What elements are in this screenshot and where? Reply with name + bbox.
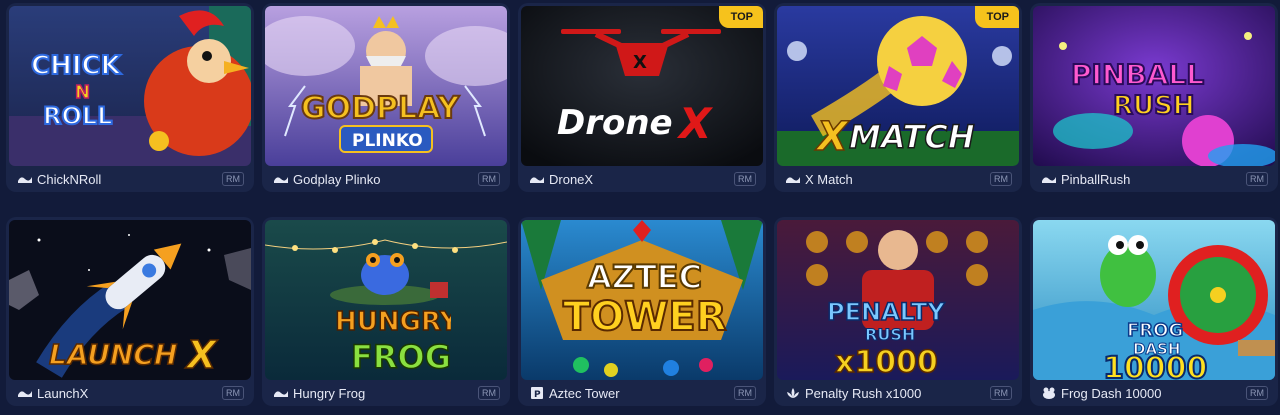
game-name[interactable]: X Match <box>805 172 990 187</box>
title-art-line-2: TOWER <box>563 294 727 340</box>
game-card-x-match[interactable]: X MATCH TOP X Match RM <box>774 3 1022 192</box>
game-caption: Godplay Plinko RM <box>262 166 510 192</box>
game-thumbnail[interactable]: X Drone X TOP <box>521 6 763 166</box>
game-thumbnail[interactable]: HUNGRY FROG <box>265 220 507 380</box>
game-caption: P Aztec Tower RM <box>518 380 766 406</box>
game-name[interactable]: Godplay Plinko <box>293 172 478 187</box>
game-thumbnail[interactable]: CHICK N ROLL <box>9 6 251 166</box>
game-card-hungry-frog[interactable]: HUNGRY FROG Hungry Frog RM <box>262 217 510 406</box>
rm-badge: RM <box>990 172 1012 186</box>
title-art-line-1: GODPLAY <box>301 91 460 126</box>
game-name[interactable]: Hungry Frog <box>293 386 478 401</box>
provider-p-icon: P <box>530 387 544 399</box>
title-art-line-3: 10000 <box>1103 351 1207 380</box>
game-thumbnail[interactable]: PENALTY RUSH x1000 <box>777 220 1019 380</box>
game-card-aztec-tower[interactable]: AZTEC TOWER P Aztec Tower RM <box>518 217 766 406</box>
provider-wave-icon <box>18 173 32 185</box>
provider-lotus-icon <box>786 387 800 399</box>
provider-wave-icon <box>1042 173 1056 185</box>
rm-badge: RM <box>734 172 756 186</box>
game-caption: LaunchX RM <box>6 380 254 406</box>
game-name[interactable]: Penalty Rush x1000 <box>805 386 990 401</box>
title-art-line-1: AZTEC <box>587 258 702 296</box>
game-caption: Hungry Frog RM <box>262 380 510 406</box>
game-card-chicknroll[interactable]: CHICK N ROLL ChickNRoll RM <box>6 3 254 192</box>
svg-text:P: P <box>534 390 541 399</box>
game-thumbnail[interactable]: LAUNCH X <box>9 220 251 380</box>
game-name[interactable]: DroneX <box>549 172 734 187</box>
top-badge: TOP <box>974 6 1019 28</box>
title-art-line-2: RUSH <box>865 325 915 344</box>
title-art-line-2: FROG <box>351 338 451 376</box>
games-grid: CHICK N ROLL ChickNRoll RM GODPLAY PLINK… <box>0 0 1280 415</box>
title-art-line-1: Drone <box>557 103 673 143</box>
game-caption: Frog Dash 10000 RM <box>1030 380 1278 406</box>
game-name[interactable]: Frog Dash 10000 <box>1061 386 1246 401</box>
game-thumbnail[interactable]: AZTEC TOWER <box>521 220 763 380</box>
game-thumbnail[interactable]: FROG DASH 10000 <box>1033 220 1275 380</box>
game-card-penalty-rush[interactable]: PENALTY RUSH x1000 Penalty Rush x1000 RM <box>774 217 1022 406</box>
game-caption: ChickNRoll RM <box>6 166 254 192</box>
provider-frog-icon <box>1042 387 1056 399</box>
rm-badge: RM <box>990 386 1012 400</box>
provider-wave-icon <box>530 173 544 185</box>
title-art-line-2: N <box>75 82 90 103</box>
rm-badge: RM <box>1246 386 1268 400</box>
game-thumbnail[interactable]: GODPLAY PLINKO <box>265 6 507 166</box>
svg-text:X: X <box>633 52 647 73</box>
rm-badge: RM <box>478 386 500 400</box>
game-name[interactable]: PinballRush <box>1061 172 1246 187</box>
rm-badge: RM <box>478 172 500 186</box>
game-name[interactable]: Aztec Tower <box>549 386 734 401</box>
game-caption: DroneX RM <box>518 166 766 192</box>
title-art-line-2: PLINKO <box>352 131 423 151</box>
game-card-dronex[interactable]: X Drone X TOP DroneX RM <box>518 3 766 192</box>
game-card-pinballrush[interactable]: PINBALL RUSH PinballRush RM <box>1030 3 1278 192</box>
game-name[interactable]: LaunchX <box>37 386 222 401</box>
title-art-line-1: HUNGRY <box>335 307 451 337</box>
game-card-godplay-plinko[interactable]: GODPLAY PLINKO Godplay Plinko RM <box>262 3 510 192</box>
game-caption: X Match RM <box>774 166 1022 192</box>
game-caption: PinballRush RM <box>1030 166 1278 192</box>
title-art-line-2: X <box>676 99 714 146</box>
game-caption: Penalty Rush x1000 RM <box>774 380 1022 406</box>
title-art-line-1: CHICK <box>31 51 122 81</box>
provider-wave-icon <box>274 173 288 185</box>
title-art-line-1: FROG <box>1127 320 1183 341</box>
rm-badge: RM <box>222 172 244 186</box>
title-art-line-2: RUSH <box>1113 91 1195 121</box>
game-card-frog-dash[interactable]: FROG DASH 10000 Frog Dash 10000 RM <box>1030 217 1278 406</box>
game-thumbnail[interactable]: PINBALL RUSH <box>1033 6 1275 166</box>
title-art-line-3: x1000 <box>835 345 938 376</box>
title-art-line-2: X <box>185 333 218 374</box>
provider-wave-icon <box>18 387 32 399</box>
game-thumbnail[interactable]: X MATCH TOP <box>777 6 1019 166</box>
rm-badge: RM <box>1246 172 1268 186</box>
provider-wave-icon <box>786 173 800 185</box>
title-art-line-3: ROLL <box>43 102 112 130</box>
title-art-line-1: X <box>814 114 850 158</box>
title-art-line-1: LAUNCH <box>49 338 177 371</box>
rm-badge: RM <box>222 386 244 400</box>
title-art-line-1: PENALTY <box>827 298 945 326</box>
game-name[interactable]: ChickNRoll <box>37 172 222 187</box>
rm-badge: RM <box>734 386 756 400</box>
top-badge: TOP <box>718 6 763 28</box>
game-card-launchx[interactable]: LAUNCH X LaunchX RM <box>6 217 254 406</box>
provider-wave-icon <box>274 387 288 399</box>
title-art-line-2: MATCH <box>849 118 975 156</box>
title-art-line-1: PINBALL <box>1071 58 1204 91</box>
